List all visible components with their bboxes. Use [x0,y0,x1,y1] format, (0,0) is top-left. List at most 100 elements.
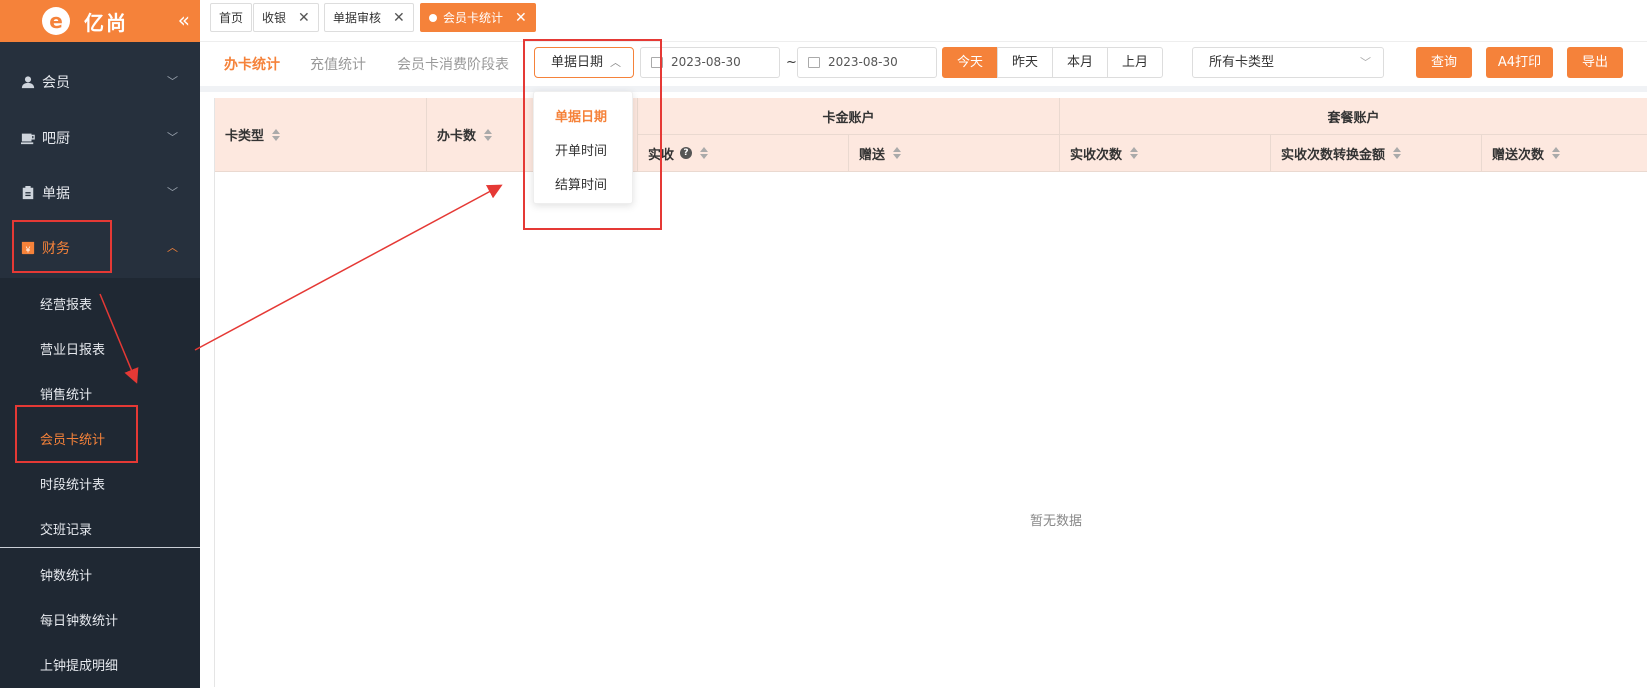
empty-state-text: 暂无数据 [1030,514,1083,529]
close-icon[interactable]: ✕ [298,10,310,26]
double-chevron-left-icon[interactable]: « [178,8,190,32]
header-label: 实收 [648,147,675,163]
menu-label-finance: 财务 [42,241,70,257]
date-type-value: 单据日期 [551,55,604,70]
column-header-gift[interactable]: 赠送 [849,135,1060,172]
column-header-card-type[interactable]: 卡类型 [215,98,427,172]
header-label: 办卡数 [437,129,477,144]
date-type-dropdown: 单据日期 开单时间 结算时间 [533,91,633,204]
chevron-down-icon: ﹀ [167,186,178,199]
tab-member-card-stats[interactable]: 会员卡统计 ✕ [420,3,536,32]
svg-text:¥: ¥ [25,245,30,254]
date-from-input[interactable]: 2023-08-30 [640,47,780,78]
sort-icon[interactable] [1130,147,1139,159]
header-label: 赠送 [859,147,886,163]
tab-bar: 首页 收银 ✕ 单据审核 ✕ 会员卡统计 ✕ [200,0,1647,42]
header-label: 实收次数 [1070,147,1123,163]
menu-label-member: 会员 [42,75,70,91]
sort-icon[interactable] [1552,147,1561,159]
brand-name: 亿尚 [84,11,128,35]
menu-label-documents: 单据 [42,186,70,202]
quick-this-month-button[interactable]: 本月 [1052,47,1108,78]
tab-label: 收银 [262,11,287,25]
brand-bar: e 亿尚 « [0,0,200,42]
menu-item-documents[interactable]: 单据 ﹀ [0,165,200,221]
chevron-down-icon: ﹀ [167,131,178,144]
close-icon[interactable]: ✕ [515,10,527,26]
tab-home[interactable]: 首页 [210,3,253,32]
header-label: 实收次数转换金额 [1281,147,1386,163]
quick-today-button[interactable]: 今天 [942,47,998,78]
tab-cashier[interactable]: 收银 ✕ [253,3,319,32]
clipboard-icon [22,186,34,200]
query-button[interactable]: 查询 [1416,47,1472,78]
submenu-item-business-report[interactable]: 经营报表 [40,294,92,313]
sort-icon[interactable] [272,128,281,141]
sort-icon[interactable] [700,147,709,159]
menu-item-kitchen[interactable]: 吧厨 ﹀ [0,110,200,166]
group-label: 套餐账户 [1327,110,1380,126]
coffee-icon [21,133,35,145]
user-icon [21,76,35,89]
submenu-item-sales-stats[interactable]: 销售统计 [40,384,92,403]
active-dot-icon [429,13,437,22]
subtab-recharge-stats[interactable]: 充值统计 [310,54,366,74]
tab-label: 会员卡统计 [443,11,504,25]
wallet-icon: ¥ [21,241,35,254]
submenu-item-daily-report[interactable]: 营业日报表 [40,339,105,358]
close-icon[interactable]: ✕ [393,10,405,26]
submenu-item-member-card-stats[interactable]: 会员卡统计 [40,429,105,448]
group-header-package-account: 套餐账户 [1060,98,1647,135]
sort-icon[interactable] [484,128,493,141]
tab-label: 首页 [219,11,244,25]
menu-item-member[interactable]: 会员 ﹀ [0,54,200,110]
card-type-value: 所有卡类型 [1209,55,1275,70]
date-type-select[interactable]: 单据日期 ︿ [534,47,634,78]
calendar-icon [651,57,663,68]
submenu-divider [0,547,200,548]
chevron-down-icon: ﹀ [167,75,178,88]
tab-label: 单据审核 [333,11,382,25]
help-icon[interactable]: ? [680,147,693,159]
print-a4-button[interactable]: A4打印 [1486,47,1553,78]
dropdown-option-settle-time[interactable]: 结算时间 [555,174,607,193]
column-header-received[interactable]: 实收 ? [638,135,849,172]
menu-label-kitchen: 吧厨 [42,131,70,147]
column-header-received-times[interactable]: 实收次数 [1060,135,1271,172]
subtab-consumption-stage[interactable]: 会员卡消费阶段表 [397,54,509,74]
quick-last-month-button[interactable]: 上月 [1107,47,1163,78]
date-from-value: 2023-08-30 [671,55,741,69]
sidebar: e 亿尚 « 会员 ﹀ 吧厨 ﹀ 单据 ﹀ ¥ 财务 ︿ 经营报表 营业日报表 … [0,0,200,688]
toolbar-separator [200,86,1647,92]
sort-icon[interactable] [893,147,902,159]
card-type-select[interactable]: 所有卡类型 ﹀ [1192,47,1384,78]
group-label: 卡金账户 [822,110,875,126]
column-header-gift-times[interactable]: 赠送次数 [1482,135,1647,172]
finance-submenu: 经营报表 营业日报表 销售统计 会员卡统计 时段统计表 交班记录 钟数统计 每日… [0,278,200,688]
submenu-item-period-stats[interactable]: 时段统计表 [40,474,105,493]
quick-yesterday-button[interactable]: 昨天 [997,47,1053,78]
submenu-item-daily-clock-stats[interactable]: 每日钟数统计 [40,610,118,629]
stats-table: 卡类型 办卡数 卡金账户 套餐账户 实收 ? 赠送 实收次数 实收次数转换金额 … [214,98,1647,687]
column-header-times-to-amount[interactable]: 实收次数转换金额 [1271,135,1482,172]
sort-icon[interactable] [1393,147,1402,159]
dropdown-option-open-time[interactable]: 开单时间 [555,140,607,159]
date-to-input[interactable]: 2023-08-30 [797,47,937,78]
submenu-item-commission-details[interactable]: 上钟提成明细 [40,655,118,674]
export-button[interactable]: 导出 [1567,47,1623,78]
date-to-value: 2023-08-30 [828,55,898,69]
submenu-item-shift-records[interactable]: 交班记录 [40,519,92,538]
submenu-item-clock-stats[interactable]: 钟数统计 [40,565,92,584]
chevron-down-icon: ﹀ [1360,56,1371,69]
calendar-icon [808,57,820,68]
date-separator: ~ [786,55,797,70]
tab-document-audit[interactable]: 单据审核 ✕ [324,3,414,32]
brand-logo-icon: e [42,7,70,35]
chevron-up-icon: ︿ [167,241,178,254]
dropdown-option-document-date[interactable]: 单据日期 [555,106,607,125]
header-label: 卡类型 [225,129,265,144]
subtab-card-issue-stats[interactable]: 办卡统计 [224,54,280,74]
chevron-up-icon: ︿ [610,56,621,69]
group-header-card-account: 卡金账户 [638,98,1060,135]
menu-item-finance[interactable]: ¥ 财务 ︿ [0,220,200,276]
